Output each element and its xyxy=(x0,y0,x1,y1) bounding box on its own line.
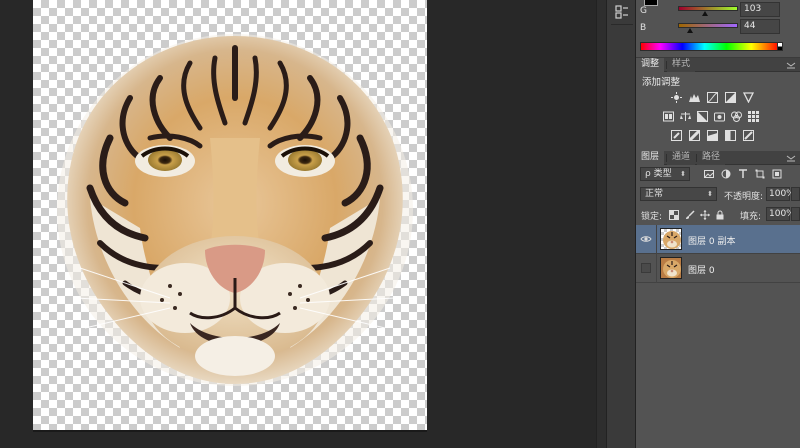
layer-filter-label: ρ 类型 xyxy=(645,169,672,179)
lock-transparent-icon[interactable] xyxy=(669,210,679,220)
layer-name[interactable]: 图层 0 副本 xyxy=(688,234,735,247)
blend-mode-select[interactable]: 正常 ⬍ xyxy=(640,187,717,201)
layer-thumbnail[interactable] xyxy=(660,257,682,279)
opacity-label: 不透明度: xyxy=(724,192,764,202)
panel-menu-icon[interactable] xyxy=(786,60,796,70)
channel-b-slider[interactable] xyxy=(678,23,738,33)
fill-dropdown[interactable] xyxy=(791,207,800,221)
chevron-updown-icon: ⬍ xyxy=(680,170,686,178)
layer-thumbnail[interactable] xyxy=(660,228,682,250)
tab-adjustments[interactable]: 调整 xyxy=(636,58,665,72)
channel-b-label: B xyxy=(640,23,647,33)
threshold-icon[interactable] xyxy=(707,130,718,141)
filter-shape-icon[interactable] xyxy=(755,169,765,179)
fill-label: 填充: xyxy=(740,212,762,222)
tiger-thumbnail-image xyxy=(663,231,681,249)
canvas-area[interactable] xyxy=(0,0,596,448)
exposure-icon[interactable] xyxy=(725,92,736,103)
lock-brush-icon[interactable] xyxy=(685,210,695,220)
tiger-thumbnail-image xyxy=(661,258,681,278)
layer-row-copy[interactable]: 图层 0 副本 xyxy=(636,225,800,254)
posterize-icon[interactable] xyxy=(689,130,700,141)
canvas-scrollbar[interactable] xyxy=(596,0,606,448)
invert-icon[interactable] xyxy=(671,130,682,141)
tab-paths[interactable]: 路径 xyxy=(697,151,726,165)
color-spectrum-bar[interactable] xyxy=(640,42,780,51)
channel-b-thumb[interactable] xyxy=(687,28,693,33)
opacity-input[interactable]: 100% xyxy=(766,187,795,201)
visibility-eye-icon[interactable] xyxy=(640,233,652,245)
blend-mode-value: 正常 xyxy=(645,189,664,199)
color-lookup-icon[interactable] xyxy=(748,111,759,122)
channel-b-value[interactable]: 44 xyxy=(740,19,780,34)
tab-channels[interactable]: 通道 xyxy=(667,151,696,165)
layer-filter-select[interactable]: ρ 类型 ⬍ xyxy=(640,167,690,181)
tiger-face-image xyxy=(57,34,413,386)
layers-tabbar: 图层 通道 路径 xyxy=(636,151,800,165)
brightness-contrast-icon[interactable] xyxy=(671,92,682,103)
channel-mixer-icon[interactable] xyxy=(731,111,742,122)
visibility-toggle-off[interactable] xyxy=(641,263,651,273)
filter-adjustment-icon[interactable] xyxy=(721,169,731,179)
right-panels: G 103 B 44 调整 样式 添加调整 图层 通道 路径 ρ 类型 ⬍ 正常… xyxy=(636,0,800,448)
filter-pixel-icon[interactable] xyxy=(704,169,714,179)
channel-g-thumb[interactable] xyxy=(702,11,708,16)
add-adjustment-title: 添加调整 xyxy=(642,77,681,88)
hue-saturation-icon[interactable] xyxy=(663,111,674,122)
channel-g-label: G xyxy=(640,6,647,16)
canvas-edge xyxy=(33,430,427,432)
lock-all-icon[interactable] xyxy=(715,210,725,220)
lock-move-icon[interactable] xyxy=(700,210,710,220)
color-panel: G 103 B 44 xyxy=(636,0,800,58)
channel-g-value[interactable]: 103 xyxy=(740,2,780,17)
properties-icon[interactable] xyxy=(614,4,630,20)
row-separator xyxy=(656,254,657,283)
color-balance-icon[interactable] xyxy=(680,111,691,122)
layer-name[interactable]: 图层 0 xyxy=(688,263,715,276)
vibrance-icon[interactable] xyxy=(743,92,754,103)
panel-menu-icon[interactable] xyxy=(786,153,796,163)
chevron-updown-icon: ⬍ xyxy=(707,190,713,198)
adjustments-tabbar: 调整 样式 xyxy=(636,58,800,72)
photo-filter-icon[interactable] xyxy=(714,111,725,122)
opacity-dropdown[interactable] xyxy=(791,187,800,201)
panel-dock xyxy=(606,0,636,448)
tab-layers[interactable]: 图层 xyxy=(636,151,665,165)
curves-icon[interactable] xyxy=(707,92,718,103)
row-separator xyxy=(656,225,657,254)
lock-label: 锁定: xyxy=(641,212,663,222)
layer-row-base[interactable]: 图层 0 xyxy=(636,254,800,283)
selective-color-icon[interactable] xyxy=(725,130,736,141)
fill-input[interactable]: 100% xyxy=(766,207,795,221)
filter-type-icon[interactable] xyxy=(738,169,748,179)
levels-icon[interactable] xyxy=(689,92,700,103)
black-white-icon[interactable] xyxy=(697,111,708,122)
filter-smart-object-icon[interactable] xyxy=(772,169,782,179)
tab-styles[interactable]: 样式 xyxy=(667,58,696,72)
dock-separator xyxy=(611,24,633,25)
black-white-swatch[interactable] xyxy=(777,42,783,51)
photoshop-window: G 103 B 44 调整 样式 添加调整 图层 通道 路径 ρ 类型 ⬍ 正常… xyxy=(0,0,800,448)
gradient-map-icon[interactable] xyxy=(743,130,754,141)
channel-g-slider[interactable] xyxy=(678,6,738,16)
